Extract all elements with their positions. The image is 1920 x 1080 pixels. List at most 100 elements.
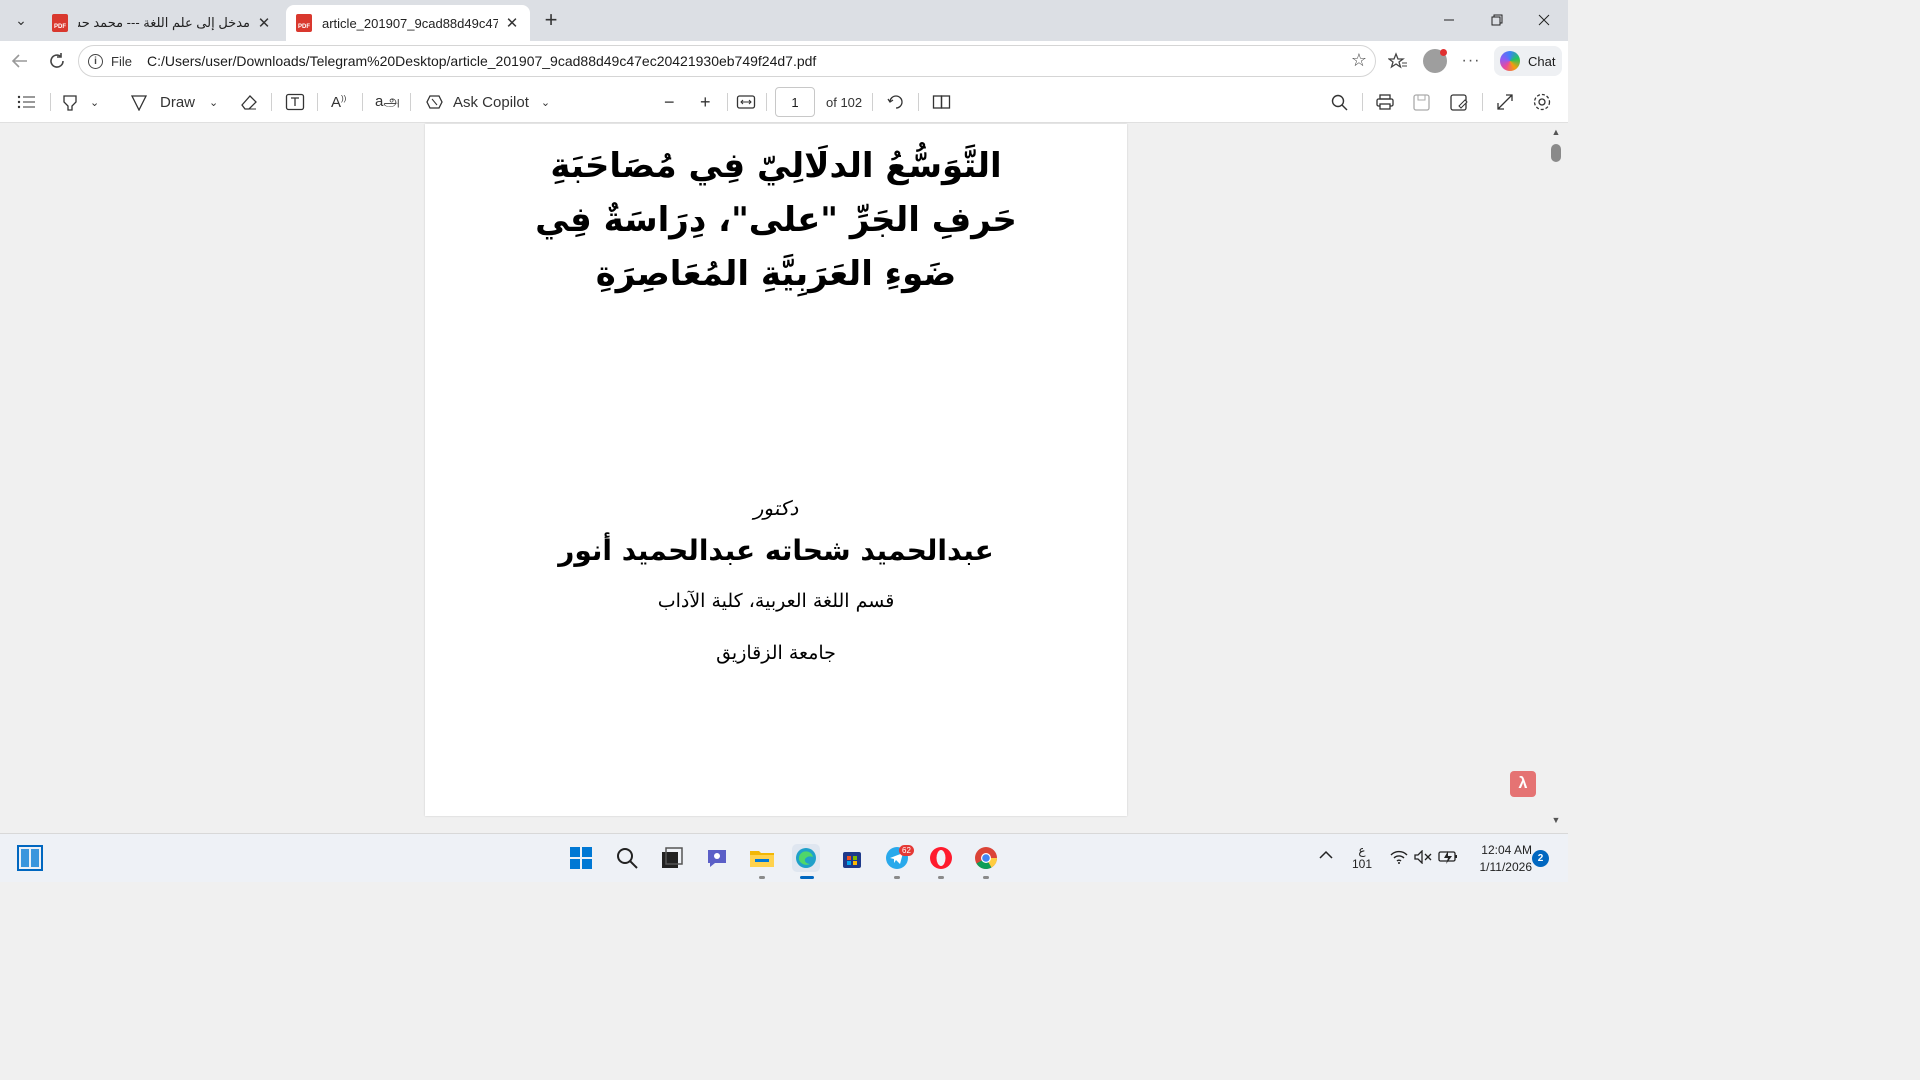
favorites-button[interactable] (1384, 47, 1412, 75)
running-indicator (983, 876, 989, 879)
contents-button[interactable] (17, 89, 37, 115)
back-button[interactable] (6, 47, 34, 75)
input-language-code: 101 (1352, 857, 1373, 871)
document-title-line: حَرفِ الجَرِّ "على"، دِرَاسَةٌ فِي (535, 200, 1017, 240)
close-icon (1538, 14, 1550, 26)
navigation-bar: i File C:/Users/user/Downloads/Telegram%… (0, 41, 1568, 81)
pdf-toolbar: ⌄ Draw ⌄ A)) aஅ Ask Copilot ⌄ − + 1 of 1… (0, 81, 1568, 123)
more-icon: ··· (1461, 52, 1481, 69)
full-screen-button[interactable] (1495, 89, 1515, 115)
save-button[interactable] (1412, 89, 1432, 115)
running-indicator (894, 876, 900, 879)
tab-inactive[interactable]: PDF مدخل إلى علم اللغة --- محمد حسن عبد … (42, 5, 282, 41)
highlighter-icon (63, 95, 77, 111)
acrobat-icon[interactable]: λ (1510, 771, 1536, 797)
info-icon[interactable]: i (88, 53, 103, 69)
rotate-button[interactable] (886, 89, 906, 115)
scroll-down-icon[interactable]: ▼ (1549, 815, 1563, 825)
vertical-scrollbar[interactable] (1548, 124, 1564, 831)
minus-icon: − (664, 91, 675, 112)
favorite-star-icon[interactable]: ☆ (1351, 50, 1367, 71)
zoom-in-button[interactable]: + (700, 89, 711, 115)
pdf-page: التَّوَسُّعُ الدلَالِيّ فِي مُصَاحَبَةِ … (425, 124, 1127, 816)
search-icon (617, 848, 638, 869)
windows-logo-icon (17, 845, 43, 871)
new-tab-button[interactable]: + (538, 7, 564, 33)
author-department: قسم اللغة العربية، كلية الآداب (657, 590, 895, 612)
erase-button[interactable] (239, 89, 259, 115)
task-view-button[interactable] (658, 844, 686, 872)
close-window-button[interactable] (1521, 0, 1567, 40)
running-indicator (938, 876, 944, 879)
read-aloud-icon: A)) (331, 93, 347, 111)
chevron-down-icon[interactable]: ⌄ (209, 96, 218, 109)
input-language-indicator[interactable]: ع 101 (1352, 843, 1372, 871)
refresh-icon (50, 53, 64, 68)
telegram-unread-badge: 62 (899, 845, 914, 856)
draw-button[interactable]: Draw ⌄ (129, 89, 218, 115)
read-aloud-button[interactable]: A)) (331, 89, 346, 115)
volume-status[interactable] (1414, 849, 1432, 867)
scroll-up-icon[interactable]: ▲ (1549, 127, 1563, 137)
file-explorer-button[interactable] (748, 844, 776, 872)
opera-button[interactable] (927, 844, 955, 872)
notification-count-badge[interactable]: 2 (1532, 850, 1549, 867)
more-options-button[interactable]: ··· (1457, 47, 1485, 75)
zoom-out-button[interactable]: − (664, 89, 675, 115)
chat-label: Chat (1528, 53, 1556, 69)
page-view-button[interactable] (932, 89, 952, 115)
chrome-button[interactable] (972, 844, 1000, 872)
url-text[interactable]: C:/Users/user/Downloads/Telegram%20Deskt… (147, 53, 816, 69)
running-indicator (800, 876, 814, 879)
store-button[interactable] (838, 844, 866, 872)
minimize-button[interactable] (1426, 0, 1472, 40)
tab-active[interactable]: PDF article_201907_9cad88d49c47ec2042193… (286, 5, 530, 41)
draw-label: Draw (160, 93, 196, 111)
toolbar-divider (317, 93, 318, 111)
meet-chat-button[interactable] (703, 844, 731, 872)
settings-button[interactable] (1532, 89, 1552, 115)
save-as-button[interactable] (1449, 89, 1469, 115)
add-text-button[interactable] (285, 89, 305, 115)
highlight-button[interactable]: ⌄ (60, 89, 99, 115)
tab-strip: ⌄ PDF مدخل إلى علم اللغة --- محمد حسن عب… (0, 0, 1568, 41)
battery-status[interactable] (1438, 849, 1458, 868)
plus-icon: + (700, 91, 711, 112)
scheme-label: File (111, 53, 132, 69)
taskbar-start-button[interactable] (567, 844, 595, 872)
chrome-icon (975, 847, 997, 869)
print-button[interactable] (1375, 89, 1395, 115)
page-number-input[interactable]: 1 (775, 87, 815, 117)
toolbar-divider (1362, 93, 1363, 111)
opera-icon (930, 847, 952, 869)
close-tab-icon[interactable]: ✕ (504, 14, 520, 32)
toolbar-divider (872, 93, 873, 111)
refresh-button[interactable] (43, 47, 71, 75)
fit-to-width-button[interactable] (736, 89, 756, 115)
chevron-down-icon[interactable]: ⌄ (90, 96, 99, 109)
tab-title: article_201907_9cad88d49c47ec20421930eb7… (322, 15, 498, 31)
show-hidden-icons-button[interactable] (1318, 848, 1334, 863)
pdf-file-icon: PDF (296, 14, 312, 32)
taskbar-search-button[interactable] (613, 844, 641, 872)
translate-button[interactable]: aஅ (375, 89, 400, 115)
address-bar[interactable]: i File C:/Users/user/Downloads/Telegram%… (78, 45, 1376, 77)
document-title-line: التَّوَسُّعُ الدلَالِيّ فِي مُصَاحَبَةِ (550, 146, 1002, 186)
find-button[interactable] (1330, 89, 1350, 115)
page-view-icon (932, 95, 951, 109)
edge-browser-button[interactable] (792, 844, 820, 872)
tab-actions-menu-button[interactable]: ⌄ (6, 5, 36, 35)
author-title: دكتور (753, 496, 799, 520)
scrollbar-thumb[interactable] (1551, 144, 1561, 162)
start-button[interactable] (16, 844, 44, 872)
pdf-viewer[interactable]: التَّوَسُّعُ الدلَالِيّ فِي مُصَاحَبَةِ … (4, 124, 1546, 831)
clock[interactable]: 12:04 AM 1/11/2026 (1466, 842, 1533, 876)
restore-button[interactable] (1474, 0, 1520, 40)
task-view-icon (662, 847, 683, 868)
wifi-status[interactable] (1390, 850, 1408, 867)
chevron-down-icon: ⌄ (15, 11, 27, 28)
ask-copilot-button[interactable]: Ask Copilot ⌄ (425, 89, 550, 115)
close-tab-icon[interactable]: ✕ (256, 14, 272, 32)
copilot-chat-button[interactable]: Chat (1494, 46, 1562, 76)
chevron-down-icon[interactable]: ⌄ (541, 96, 550, 109)
